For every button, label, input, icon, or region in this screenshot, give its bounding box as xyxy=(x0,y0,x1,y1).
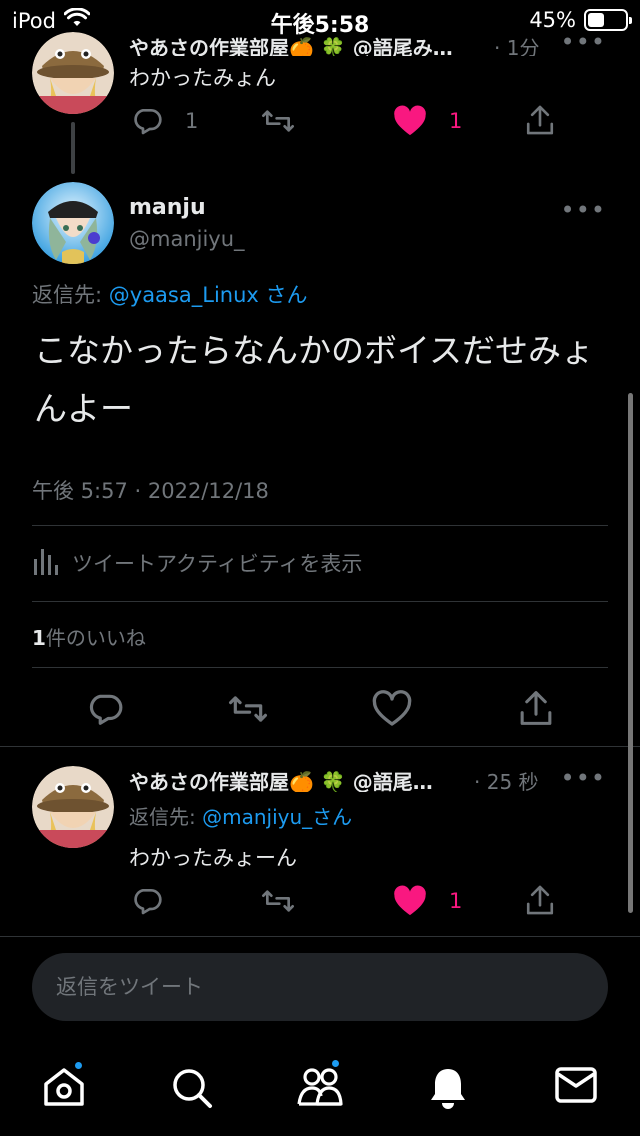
heart-icon xyxy=(393,885,427,917)
tab-messages[interactable] xyxy=(554,1066,598,1108)
reply-tweet-more-button[interactable]: ••• xyxy=(561,764,606,792)
prev-reply-count: 1 xyxy=(185,109,199,133)
share-icon xyxy=(524,883,556,917)
prev-tweet-text: わかったみょん xyxy=(129,66,276,90)
prev-tweet-time: · 1分 xyxy=(494,36,540,56)
prev-like-button[interactable]: 1 xyxy=(393,105,462,137)
reply-to-user-link[interactable]: @yaasa_Linux xyxy=(109,283,259,307)
main-tweet-more-button[interactable]: ••• xyxy=(561,196,606,224)
scroll-indicator[interactable] xyxy=(628,393,633,913)
share-icon xyxy=(524,103,556,137)
search-icon xyxy=(170,1069,214,1114)
main-reply-button[interactable] xyxy=(86,690,124,728)
tab-search[interactable] xyxy=(170,1066,214,1114)
reply-icon xyxy=(86,690,124,728)
main-retweet-button[interactable] xyxy=(226,690,270,728)
home-icon xyxy=(42,1068,86,1112)
likes-count: 1 xyxy=(32,626,46,650)
reply-retweet-button[interactable] xyxy=(260,885,296,917)
avatar-yaasa[interactable] xyxy=(32,32,114,114)
retweet-icon xyxy=(260,105,296,137)
tweet-activity-link[interactable]: ツイートアクティビティを表示 xyxy=(32,545,362,581)
reply-tweet-time: · 25 秒 xyxy=(474,770,539,794)
messages-icon xyxy=(554,1067,598,1108)
thread-connector xyxy=(71,122,75,174)
avatar-manju[interactable] xyxy=(32,182,114,264)
tweet-activity-label: ツイートアクティビティを表示 xyxy=(72,552,363,576)
reply-to-suffix: さん xyxy=(258,283,308,307)
reply-like-count: 1 xyxy=(449,889,463,913)
reply-like-button[interactable]: 1 xyxy=(393,885,462,917)
tab-communities[interactable] xyxy=(296,1058,344,1112)
likes-label: 件のいいね xyxy=(45,626,146,650)
prev-reply-button[interactable]: 1 xyxy=(131,105,198,137)
retweet-icon xyxy=(260,885,296,917)
home-badge xyxy=(73,1060,84,1071)
reply-to-prefix: 返信先: xyxy=(129,805,203,829)
divider xyxy=(0,746,640,747)
reply-to-user-link[interactable]: @manjiyu_ xyxy=(202,805,312,829)
reply-share-button[interactable] xyxy=(524,883,556,917)
reply-reply-button[interactable] xyxy=(131,885,163,917)
prev-like-count: 1 xyxy=(449,109,463,133)
prev-tweet-author[interactable]: やあさの作業部屋🍊 🍀 @語尾み… xyxy=(129,32,489,56)
reply-tweet-author[interactable]: やあさの作業部屋🍊 🍀 @語尾… xyxy=(129,766,474,792)
divider xyxy=(32,525,608,526)
avatar-yaasa[interactable] xyxy=(32,766,114,848)
heart-icon xyxy=(372,690,412,728)
tab-bar xyxy=(0,1040,640,1136)
author-name[interactable]: manju xyxy=(129,195,206,220)
author-handle[interactable]: @manjiyu_ xyxy=(129,227,245,251)
reply-icon xyxy=(131,885,163,917)
tab-home[interactable] xyxy=(42,1060,86,1112)
share-icon xyxy=(517,688,555,728)
divider xyxy=(32,601,608,602)
reply-compose-input[interactable]: 返信をツイート xyxy=(32,953,608,1021)
retweet-icon xyxy=(226,690,270,728)
analytics-icon xyxy=(32,545,60,581)
prev-tweet-more-button[interactable]: ••• xyxy=(561,28,606,56)
divider xyxy=(0,936,640,937)
prev-retweet-button[interactable] xyxy=(260,105,296,137)
likes-summary[interactable]: 1件のいいね xyxy=(32,622,146,651)
reply-to-prefix: 返信先: xyxy=(32,283,109,307)
tweet-text: こなかったらなんかのボイスだせみょんよー xyxy=(34,331,595,428)
reply-icon xyxy=(131,105,163,137)
notifications-icon xyxy=(428,1069,468,1114)
reply-to-suffix: さん xyxy=(312,805,353,829)
reply-tweet-reply-to: 返信先: @manjiyu_さん xyxy=(129,801,352,830)
heart-icon xyxy=(393,105,427,137)
prev-share-button[interactable] xyxy=(524,103,556,137)
communities-badge xyxy=(330,1058,341,1069)
main-like-button[interactable] xyxy=(372,690,412,728)
tab-notifications[interactable] xyxy=(428,1066,468,1114)
communities-icon xyxy=(296,1068,344,1112)
main-share-button[interactable] xyxy=(517,688,555,728)
divider xyxy=(32,667,608,668)
reply-tweet-text: わかったみょーん xyxy=(129,846,297,870)
tweet-timestamp[interactable]: 午後 5:57 · 2022/12/18 xyxy=(32,475,269,505)
reply-compose-placeholder: 返信をツイート xyxy=(56,975,203,999)
reply-to-line: 返信先: @yaasa_Linux さん xyxy=(32,279,308,309)
